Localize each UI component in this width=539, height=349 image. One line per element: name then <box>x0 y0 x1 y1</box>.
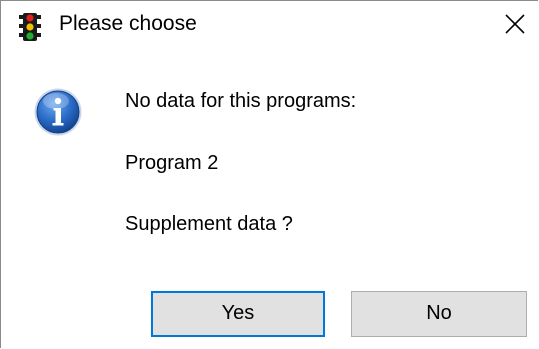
traffic-light-icon <box>19 13 41 41</box>
question-text: Supplement data ? <box>125 213 293 235</box>
window-title: Please choose <box>59 12 197 35</box>
dialog-window: Please choose No data for this programs:… <box>0 0 538 348</box>
yes-button[interactable]: Yes <box>151 291 325 337</box>
title-bar[interactable]: Please choose <box>1 1 538 45</box>
program-name: Program 2 <box>125 152 219 174</box>
close-button[interactable] <box>495 7 535 41</box>
info-icon <box>33 87 83 137</box>
close-icon <box>505 14 525 34</box>
no-button[interactable]: No <box>351 291 527 337</box>
message-area: No data for this programs: Program 2 Sup… <box>1 45 538 263</box>
button-bar: Yes No <box>1 263 538 348</box>
message-line: No data for this programs: <box>125 90 357 112</box>
